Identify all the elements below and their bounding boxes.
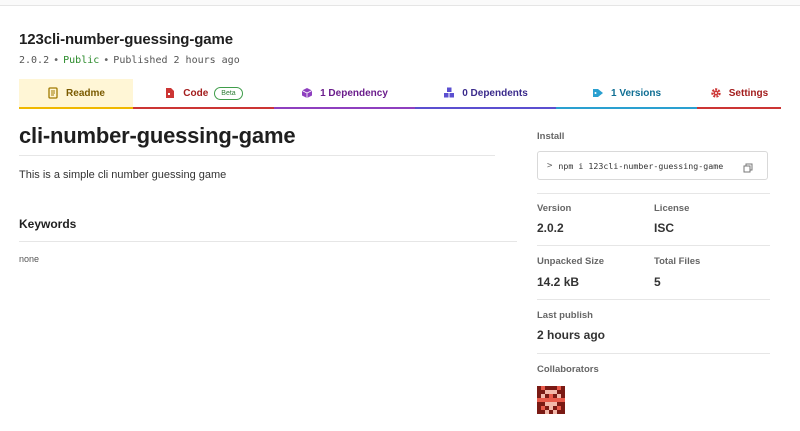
terminal-prompt: > [547, 160, 553, 171]
document-icon [47, 87, 59, 99]
cube-icon [301, 87, 313, 99]
copy-icon[interactable] [743, 160, 753, 173]
version-label: Version [537, 203, 572, 214]
unpacked-size-value: 14.2 kB [537, 275, 580, 289]
total-files-label: Total Files [654, 256, 701, 267]
tag-icon [592, 87, 604, 99]
divider [19, 241, 517, 242]
collaborators-label: Collaborators [537, 364, 599, 375]
tab-readme[interactable]: Readme [19, 79, 133, 109]
meta-separator: • [53, 55, 60, 66]
keywords-heading: Keywords [19, 217, 77, 231]
tab-settings[interactable]: Settings [697, 79, 781, 109]
tab-code[interactable]: Code Beta [133, 79, 274, 109]
tab-readme-label: Readme [66, 87, 105, 99]
tab-dependencies[interactable]: 1 Dependency [274, 79, 415, 109]
install-command-box[interactable]: > npm i 123cli-number-guessing-game [537, 151, 768, 180]
divider [537, 299, 770, 300]
divider [537, 245, 770, 246]
package-tabs: Readme Code Beta 1 Dependency 0 Dependen… [19, 79, 781, 109]
cubes-icon [443, 87, 455, 99]
license-value: ISC [654, 221, 675, 235]
total-files-value: 5 [654, 275, 661, 289]
divider [537, 193, 770, 194]
unpacked-size-label: Unpacked Size [537, 256, 605, 267]
file-code-icon [164, 87, 176, 99]
package-published: Published 2 hours ago [113, 55, 240, 66]
tab-versions[interactable]: 1 Versions [556, 79, 697, 109]
divider [537, 353, 770, 354]
beta-badge: Beta [214, 86, 243, 100]
tab-dependencies-label: 1 Dependency [320, 87, 388, 99]
package-visibility: Public [63, 55, 100, 66]
tab-versions-label: 1 Versions [610, 87, 662, 99]
package-version: 2.0.2 [19, 55, 50, 66]
collaborator-avatar[interactable] [537, 386, 565, 414]
last-publish-label: Last publish [537, 310, 593, 321]
keywords-value: none [19, 254, 40, 264]
package-name: 123cli-number-guessing-game [19, 31, 234, 48]
tab-dependents[interactable]: 0 Dependents [415, 79, 556, 109]
readme-title: cli-number-guessing-game [19, 123, 296, 148]
tab-settings-label: Settings [728, 87, 769, 99]
meta-separator: • [103, 55, 110, 66]
install-command: npm i 123cli-number-guessing-game [558, 160, 724, 171]
divider [19, 155, 495, 156]
readme-description: This is a simple cli number guessing gam… [19, 169, 227, 181]
license-label: License [654, 203, 690, 214]
tab-code-label: Code [183, 87, 209, 99]
last-publish-value: 2 hours ago [537, 328, 606, 342]
install-label: Install [537, 131, 565, 142]
package-meta: 2.0.2 • Public • Published 2 hours ago [19, 55, 240, 66]
browser-top-edge [0, 0, 800, 6]
version-value: 2.0.2 [537, 221, 564, 235]
gear-icon [710, 87, 722, 99]
tab-dependents-label: 0 Dependents [462, 87, 528, 99]
